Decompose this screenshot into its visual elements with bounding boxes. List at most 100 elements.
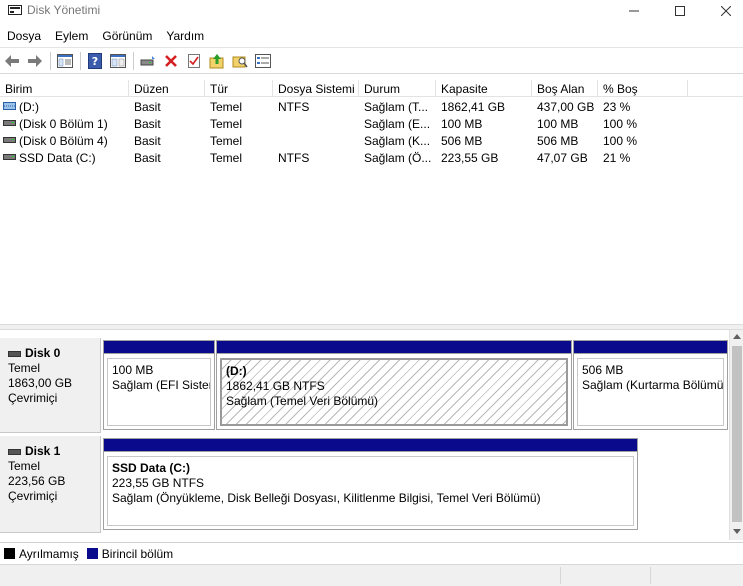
partition-body: SSD Data (C:) 223,55 GB NTFS Sağlam (Öny… (107, 456, 634, 526)
scrollbar-thumb[interactable] (732, 346, 742, 522)
cell-bos-alan: 100 MB (537, 117, 579, 131)
toolbar: ? (0, 47, 743, 74)
up-folder-button[interactable] (207, 51, 227, 71)
column-header-bos-alan[interactable]: Boş Alan (532, 80, 598, 97)
partition-title: SSD Data (C:) (112, 461, 191, 475)
help-button[interactable]: ? (85, 51, 105, 71)
table-row[interactable]: (D:) Basit Temel NTFS Sağlam (T... 1862,… (0, 98, 743, 115)
unallocated-swatch (4, 548, 15, 559)
status-bar (0, 564, 743, 586)
column-header-dosya-sistemi[interactable]: Dosya Sistemi (273, 80, 359, 97)
table-row[interactable]: (Disk 0 Bölüm 4) Basit Temel Sağlam (K..… (0, 132, 743, 149)
legend-unallocated: Ayrılmamış (19, 546, 79, 561)
cell-durum: Sağlam (E... (364, 117, 431, 131)
toolbar-separator (50, 51, 51, 70)
primary-partition-bar (104, 439, 637, 452)
connect-drive-button[interactable] (138, 51, 158, 71)
forward-arrow-icon (28, 54, 42, 67)
primary-partition-bar (574, 341, 727, 354)
minimize-button[interactable] (611, 0, 657, 22)
scroll-down-icon[interactable] (733, 529, 741, 534)
console-tree-button[interactable] (55, 51, 75, 71)
close-button[interactable] (703, 0, 743, 22)
cell-duzen: Basit (134, 100, 161, 114)
primary-partition-bar (104, 341, 214, 354)
cell-durum: Sağlam (T... (364, 100, 429, 114)
toolbar-separator (80, 51, 81, 70)
cell-dosya-sistemi: NTFS (278, 100, 310, 114)
partition-c[interactable]: SSD Data (C:) 223,55 GB NTFS Sağlam (Öny… (103, 438, 638, 530)
partition-recovery[interactable]: 506 MB Sağlam (Kurtarma Bölümü) (573, 340, 728, 430)
scroll-up-icon[interactable] (733, 334, 741, 339)
back-arrow-icon (5, 54, 19, 67)
partition-status: Sağlam (EFI Sistem Bölümü) (112, 378, 210, 392)
cell-dosya-sistemi: NTFS (278, 151, 310, 165)
vertical-scrollbar[interactable] (729, 330, 743, 540)
cell-bos-alan: 47,07 GB (537, 151, 588, 165)
partition-d[interactable]: (D:) 1862,41 GB NTFS Sağlam (Temel Veri … (216, 340, 572, 430)
cell-tur: Temel (210, 134, 243, 148)
menu-dosya[interactable]: Dosya (0, 26, 48, 46)
disk-1-label[interactable]: Disk 1 Temel 223,56 GB Çevrimiçi (0, 436, 101, 533)
back-button[interactable] (2, 51, 22, 71)
table-row[interactable]: (Disk 0 Bölüm 1) Basit Temel Sağlam (E..… (0, 115, 743, 132)
console-tree-icon (57, 53, 73, 68)
cell-durum: Sağlam (K... (364, 134, 431, 148)
partition-size: 506 MB (582, 363, 624, 377)
cell-birim: (D:) (19, 100, 39, 114)
column-header-duzen[interactable]: Düzen (129, 80, 205, 97)
check-icon (188, 53, 200, 68)
cell-birim: (Disk 0 Bölüm 1) (19, 117, 108, 131)
cell-yuzde-bos: 21 % (603, 151, 631, 165)
column-header-birim[interactable]: Birim (0, 80, 129, 97)
maximize-icon (675, 6, 685, 16)
column-header-durum[interactable]: Durum (359, 80, 436, 97)
striped-volume-icon (3, 102, 16, 110)
forward-button[interactable] (25, 51, 45, 71)
cell-duzen: Basit (134, 134, 161, 148)
disk-0-type: Temel (8, 361, 41, 375)
partition-status: Sağlam (Önyükleme, Disk Belleği Dosyası,… (112, 491, 541, 505)
cell-bos-alan: 506 MB (537, 134, 579, 148)
column-header-yuzde-bos[interactable]: % Boş (598, 80, 688, 97)
partition-status: Sağlam (Kurtarma Bölümü) (582, 378, 724, 392)
partition-title: (D:) (226, 364, 247, 378)
partition-efi[interactable]: 100 MB Sağlam (EFI Sistem Bölümü) (103, 340, 215, 430)
cell-durum: Sağlam (Ö... (364, 151, 432, 165)
cell-tur: Temel (210, 151, 243, 165)
disk-management-icon (8, 5, 22, 15)
menu-gorunum[interactable]: Görünüm (95, 26, 159, 46)
hard-disk-icon (8, 350, 21, 357)
cell-duzen: Basit (134, 151, 161, 165)
search-folder-button[interactable] (230, 51, 250, 71)
disk-0-label[interactable]: Disk 0 Temel 1863,00 GB Çevrimiçi (0, 338, 101, 433)
disk-graphical-view: Disk 0 Temel 1863,00 GB Çevrimiçi 100 MB… (0, 330, 743, 540)
menu-yardim[interactable]: Yardım (159, 26, 211, 46)
search-folder-icon (232, 56, 248, 67)
disk-0-name-row: Disk 0 (8, 346, 100, 361)
table-row[interactable]: SSD Data (C:) Basit Temel NTFS Sağlam (Ö… (0, 149, 743, 166)
check-button[interactable] (184, 51, 204, 71)
cell-kapasite: 100 MB (441, 117, 483, 131)
cell-kapasite: 506 MB (441, 134, 483, 148)
disk-0-name: Disk 0 (25, 346, 61, 360)
cell-tur: Temel (210, 117, 243, 131)
column-header-tur[interactable]: Tür (205, 80, 273, 97)
volume-icon (3, 120, 16, 126)
delete-button[interactable] (161, 51, 181, 71)
list-view-button[interactable] (253, 51, 273, 71)
column-header-kapasite[interactable]: Kapasite (436, 80, 532, 97)
status-segment (650, 567, 651, 584)
list-view-icon (255, 53, 271, 68)
menu-eylem[interactable]: Eylem (48, 26, 95, 46)
delete-icon (165, 54, 177, 67)
cell-birim: SSD Data (C:) (19, 151, 96, 165)
maximize-button[interactable] (657, 0, 703, 22)
partition-size: 1862,41 GB NTFS (226, 379, 325, 393)
disk-1-name: Disk 1 (25, 444, 61, 458)
volume-list-header: Birim Düzen Tür Dosya Sistemi Durum Kapa… (0, 80, 743, 97)
volume-list: Birim Düzen Tür Dosya Sistemi Durum Kapa… (0, 80, 743, 324)
cell-yuzde-bos: 100 % (603, 134, 638, 148)
properties-button[interactable] (108, 51, 128, 71)
cell-kapasite: 223,55 GB (441, 151, 499, 165)
